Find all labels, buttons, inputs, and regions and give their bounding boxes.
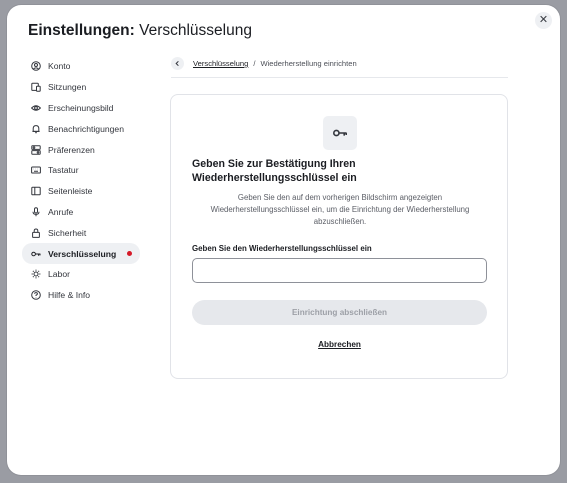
- sidebar-item-label: Verschlüsselung: [48, 248, 117, 259]
- sidebar-item-erscheinungsbild[interactable]: Erscheinungsbild: [22, 98, 140, 119]
- sidebar-item-label: Sitzungen: [48, 82, 87, 93]
- recovery-key-label: Geben Sie den Wiederherstellungsschlüsse…: [192, 244, 372, 253]
- sidebar-item-praeferenzen[interactable]: Präferenzen: [22, 139, 140, 160]
- finish-setup-button[interactable]: Einrichtung abschließen: [192, 300, 487, 325]
- sidebar-item-label: Anrufe: [48, 206, 74, 217]
- sidebar-item-label: Konto: [48, 61, 71, 72]
- preferences-icon: [31, 144, 41, 155]
- keyboard-icon: [31, 166, 41, 174]
- sidebar-item-hilfe-info[interactable]: Hilfe & Info: [22, 285, 140, 306]
- breadcrumb-current: Wiederherstellung einrichten: [260, 59, 357, 68]
- sidebar-icon: [31, 186, 41, 196]
- sidebar-item-verschluesselung[interactable]: Verschlüsselung: [22, 243, 140, 264]
- sidebar-item-label: Hilfe & Info: [48, 290, 91, 301]
- eye-icon: [31, 105, 41, 111]
- breadcrumb-separator: /: [253, 59, 256, 68]
- microphone-icon: [32, 207, 40, 217]
- recovery-key-card: Geben Sie zur Bestätigung Ihren Wiederhe…: [170, 94, 508, 379]
- sidebar-item-sicherheit[interactable]: Sicherheit: [22, 222, 140, 243]
- sidebar-item-tastatur[interactable]: Tastatur: [22, 160, 140, 181]
- sidebar-item-seitenleiste[interactable]: Seitenleiste: [22, 181, 140, 202]
- breadcrumb-link-verschluesselung[interactable]: Verschlüsselung: [193, 57, 248, 70]
- card-description: Geben Sie den auf dem vorherigen Bildsch…: [210, 193, 470, 226]
- sidebar-item-benachrichtigungen[interactable]: Benachrichtigungen: [22, 118, 140, 139]
- cancel-button[interactable]: Abbrechen: [318, 340, 361, 349]
- sidebar-item-label: Tastatur: [48, 165, 79, 176]
- sidebar-item-sitzungen[interactable]: Sitzungen: [22, 77, 140, 98]
- settings-sidebar: Konto Sitzungen Erscheinungsbild Benachr…: [22, 56, 140, 306]
- close-icon[interactable]: ✕: [535, 12, 552, 29]
- alert-dot: [127, 251, 132, 257]
- sidebar-item-labor[interactable]: Labor: [22, 264, 140, 285]
- recovery-key-input[interactable]: [192, 258, 487, 283]
- breadcrumb: Verschlüsselung / Wiederherstellung einr…: [171, 57, 508, 78]
- help-icon: [31, 290, 41, 300]
- key-icon: [31, 251, 41, 256]
- settings-dialog: Einstellungen: Verschlüsselung ✕ Konto S…: [7, 5, 560, 475]
- user-icon: [31, 61, 41, 72]
- sidebar-item-konto[interactable]: Konto: [22, 56, 140, 77]
- sidebar-item-label: Seitenleiste: [48, 186, 93, 197]
- sidebar-item-label: Labor: [48, 269, 70, 280]
- lock-icon: [32, 228, 40, 238]
- sidebar-item-label: Präferenzen: [48, 144, 95, 155]
- sidebar-item-anrufe[interactable]: Anrufe: [22, 202, 140, 223]
- sidebar-item-label: Sicherheit: [48, 227, 87, 238]
- bell-icon: [32, 124, 40, 133]
- key-icon: [323, 116, 357, 150]
- lightbulb-icon: [31, 269, 41, 279]
- dialog-title: Einstellungen: Verschlüsselung: [28, 22, 252, 39]
- cancel-button-wrapper: Abbrechen: [192, 340, 487, 349]
- chevron-left-icon[interactable]: [171, 57, 184, 70]
- devices-icon: [31, 82, 41, 92]
- sidebar-item-label: Benachrichtigungen: [48, 123, 124, 134]
- sidebar-item-label: Erscheinungsbild: [48, 102, 114, 113]
- card-title: Geben Sie zur Bestätigung Ihren Wiederhe…: [192, 158, 357, 184]
